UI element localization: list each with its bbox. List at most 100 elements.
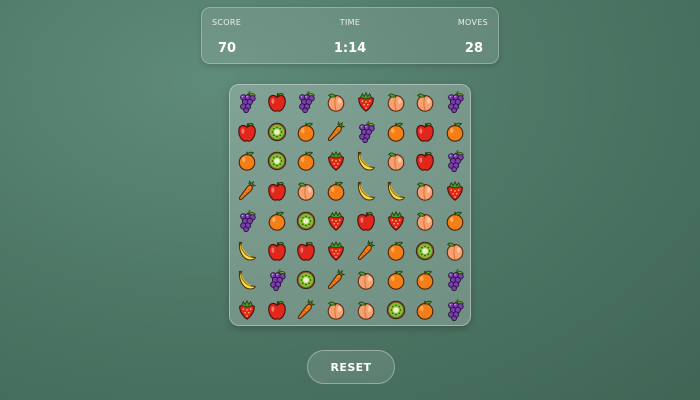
tile-orange[interactable] [440,117,470,147]
tile-peach[interactable] [351,295,381,325]
tile-kiwi[interactable] [292,266,322,296]
carrot-icon [325,269,347,291]
peach-icon [325,91,347,113]
strawberry-icon [325,240,347,262]
orange-icon [444,210,466,232]
tile-strawberry[interactable] [232,295,262,325]
tile-peach[interactable] [440,236,470,266]
tile-orange[interactable] [232,147,262,177]
tile-banana[interactable] [351,147,381,177]
peach-icon [444,240,466,262]
tile-strawberry[interactable] [321,236,351,266]
tile-grape[interactable] [440,87,470,117]
tile-peach[interactable] [321,295,351,325]
tile-strawberry[interactable] [440,176,470,206]
tile-banana[interactable] [232,236,262,266]
peach-icon [414,180,436,202]
orange-icon [414,299,436,321]
tile-grid [232,87,468,325]
tile-orange[interactable] [411,295,441,325]
game-board [229,84,471,326]
banana-icon [355,150,377,172]
tile-strawberry[interactable] [321,206,351,236]
tile-apple[interactable] [351,206,381,236]
tile-orange[interactable] [381,266,411,296]
tile-peach[interactable] [381,87,411,117]
tile-orange[interactable] [411,266,441,296]
tile-orange[interactable] [381,236,411,266]
grape-icon [295,90,317,113]
tile-strawberry[interactable] [351,87,381,117]
time-label: TIME [339,18,361,27]
tile-peach[interactable] [411,87,441,117]
moves-value: 28 [464,41,483,56]
tile-carrot[interactable] [292,295,322,325]
tile-peach[interactable] [351,266,381,296]
tile-orange[interactable] [381,117,411,147]
banana-icon [385,180,407,202]
orange-icon [385,269,407,291]
tile-carrot[interactable] [321,117,351,147]
tile-grape[interactable] [262,266,292,296]
tile-grape[interactable] [351,117,381,147]
moves-label: MOVES [457,18,488,27]
tile-apple[interactable] [292,236,322,266]
tile-banana[interactable] [232,266,262,296]
tile-kiwi[interactable] [262,117,292,147]
orange-icon [385,240,407,262]
tile-apple[interactable] [262,295,292,325]
tile-apple[interactable] [262,87,292,117]
tile-grape[interactable] [292,87,322,117]
tile-banana[interactable] [351,176,381,206]
tile-carrot[interactable] [232,176,262,206]
tile-peach[interactable] [292,176,322,206]
tile-apple[interactable] [411,147,441,177]
apple-icon [355,210,377,232]
kiwi-icon [266,121,288,143]
tile-orange[interactable] [262,206,292,236]
strawberry-icon [236,299,258,321]
tile-carrot[interactable] [321,266,351,296]
banana-icon [236,269,258,291]
tile-grape[interactable] [440,266,470,296]
carrot-icon [355,239,377,262]
tile-orange[interactable] [292,117,322,147]
tile-peach[interactable] [411,206,441,236]
grape-icon [444,269,466,292]
tile-strawberry[interactable] [381,206,411,236]
tile-apple[interactable] [262,236,292,266]
tile-orange[interactable] [321,176,351,206]
apple-icon [295,240,317,262]
tile-peach[interactable] [321,87,351,117]
carrot-icon [325,120,347,143]
tile-apple[interactable] [411,117,441,147]
tile-kiwi[interactable] [292,206,322,236]
tile-peach[interactable] [411,176,441,206]
reset-button[interactable]: RESET [307,350,395,384]
apple-icon [266,180,288,202]
tile-orange[interactable] [292,147,322,177]
grape-icon [444,90,466,113]
tile-carrot[interactable] [351,236,381,266]
tile-apple[interactable] [232,117,262,147]
tile-orange[interactable] [440,206,470,236]
tile-grape[interactable] [440,295,470,325]
tile-grape[interactable] [232,87,262,117]
tile-apple[interactable] [262,176,292,206]
carrot-icon [295,299,317,321]
tile-grape[interactable] [440,147,470,177]
tile-banana[interactable] [381,176,411,206]
tile-grape[interactable] [232,206,262,236]
tile-kiwi[interactable] [411,236,441,266]
tile-kiwi[interactable] [381,295,411,325]
kiwi-icon [295,269,317,291]
orange-icon [325,180,347,202]
tile-kiwi[interactable] [262,147,292,177]
peach-icon [385,150,407,172]
orange-icon [266,210,288,232]
peach-icon [355,299,377,321]
tile-peach[interactable] [381,147,411,177]
tile-strawberry[interactable] [321,147,351,177]
orange-icon [236,150,258,172]
carrot-icon [236,180,258,202]
